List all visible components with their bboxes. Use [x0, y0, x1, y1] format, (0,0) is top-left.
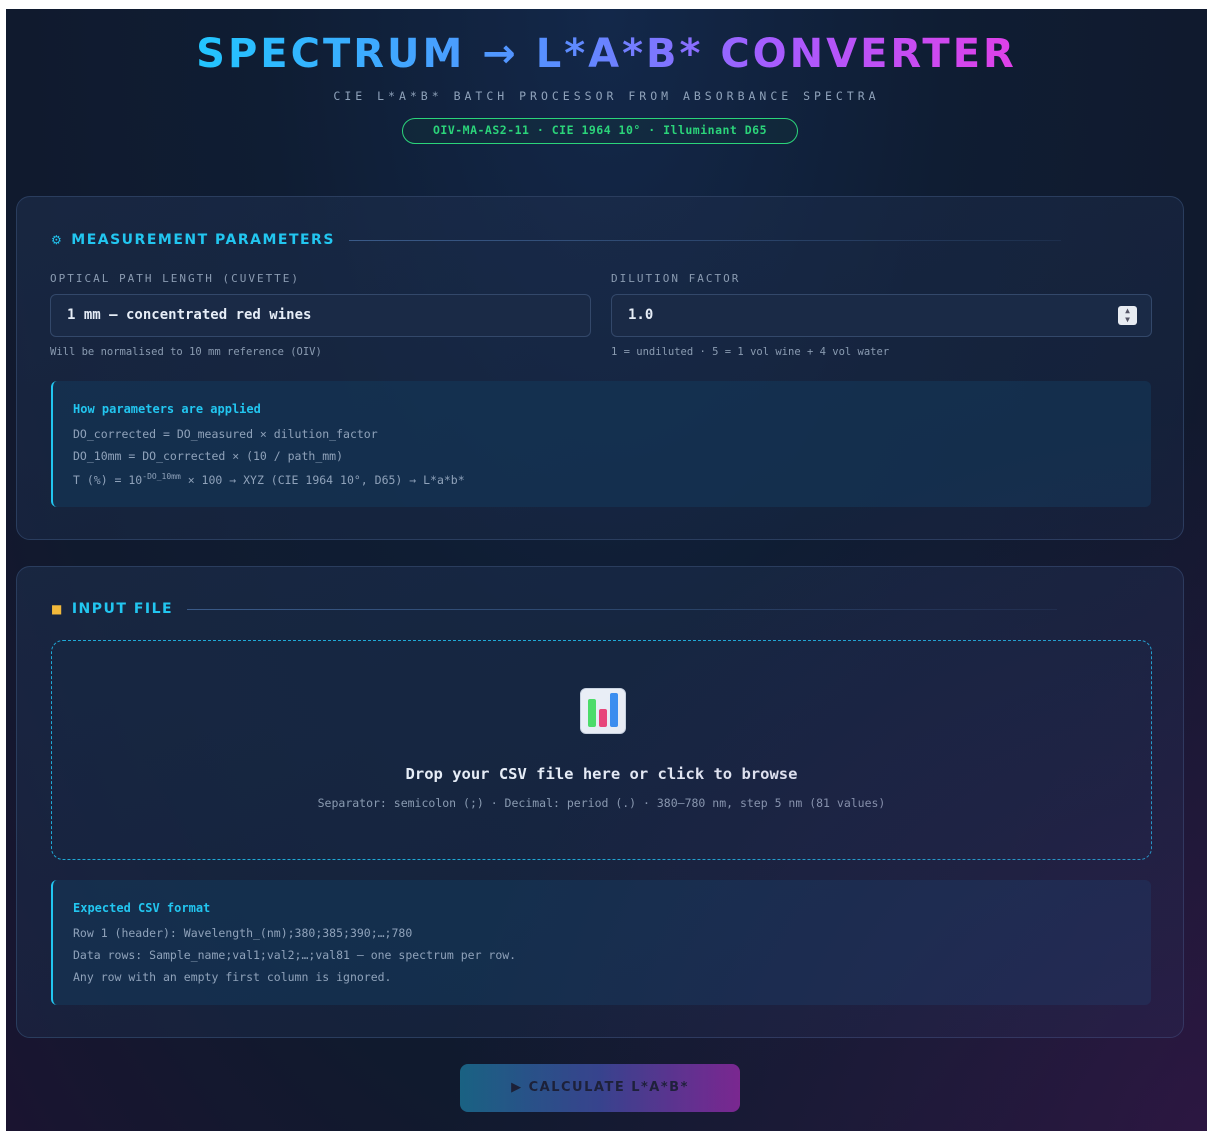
format-line-2: Data rows: Sample_name;val1;val2;…;val81… [73, 948, 517, 962]
csv-dropzone[interactable]: Drop your CSV file here or click to brow… [51, 640, 1152, 860]
path-length-hint: Will be normalised to 10 mm reference (O… [50, 346, 322, 358]
dropzone-format-hint: Separator: semicolon (;) · Decimal: peri… [317, 796, 886, 810]
input-file-heading: ■ INPUT FILE [51, 601, 1058, 617]
standard-badge: OIV-MA-AS2-11 · CIE 1964 10° · Illuminan… [402, 118, 798, 144]
gear-icon: ⚙ [51, 233, 64, 247]
page-subtitle: CIE L*A*B* BATCH PROCESSOR FROM ABSORBAN… [333, 89, 880, 103]
bar-chart-icon [580, 688, 626, 734]
formula-prefix: T (%) = 10 [73, 472, 143, 487]
calculate-button[interactable]: ▶ CALCULATE L*A*B* [460, 1064, 740, 1112]
csv-format-info-box: Expected CSV format Row 1 (header): Wave… [51, 880, 1151, 1005]
page-title: SPECTRUM → L*A*B* CONVERTER [196, 31, 1017, 77]
dilution-factor-value: 1.0 [628, 307, 654, 323]
section-divider [348, 239, 1061, 241]
formula-line-1: DO_corrected = DO_measured × dilution_fa… [73, 427, 378, 441]
section-title: MEASUREMENT PARAMETERS [71, 232, 335, 248]
formula-suffix: × 100 → XYZ (CIE 1964 10°, D65) → L*a*b* [180, 472, 465, 487]
section-title: INPUT FILE [71, 601, 174, 617]
format-line-1: Row 1 (header): Wavelength_(nm);380;385;… [73, 926, 413, 940]
formula-line-3: T (%) = 10-DO_10mm × 100 → XYZ (CIE 1964… [73, 472, 465, 487]
app-window: SPECTRUM → L*A*B* CONVERTER CIE L*A*B* B… [6, 9, 1207, 1131]
measurement-parameters-card: ⚙ MEASUREMENT PARAMETERS OPTICAL PATH LE… [16, 196, 1184, 540]
formula-line-2: DO_10mm = DO_corrected × (10 / path_mm) [73, 449, 344, 463]
format-title: Expected CSV format [73, 901, 211, 915]
number-stepper[interactable]: ▲ ▼ [1118, 306, 1137, 325]
parameters-info-box: How parameters are applied DO_corrected … [51, 381, 1151, 507]
folder-icon: ■ [51, 602, 64, 616]
dropzone-title: Drop your CSV file here or click to brow… [405, 765, 798, 783]
dilution-factor-hint: 1 = undiluted · 5 = 1 vol wine + 4 vol w… [611, 346, 890, 358]
path-length-label: OPTICAL PATH LENGTH (CUVETTE) [50, 272, 301, 285]
measurement-parameters-heading: ⚙ MEASUREMENT PARAMETERS [51, 232, 1061, 248]
path-length-value: 1 mm — concentrated red wines [67, 307, 312, 323]
dilution-factor-input[interactable]: 1.0 ▲ ▼ [611, 294, 1152, 337]
formula-exponent: -DO_10mm [142, 472, 181, 481]
path-length-select[interactable]: 1 mm — concentrated red wines [50, 294, 591, 337]
dilution-factor-label: DILUTION FACTOR [611, 272, 741, 285]
section-divider [187, 608, 1058, 610]
info-title: How parameters are applied [73, 402, 261, 416]
format-line-3: Any row with an empty first column is ig… [73, 970, 392, 984]
input-file-card: ■ INPUT FILE Drop your CSV file here or … [16, 566, 1184, 1038]
